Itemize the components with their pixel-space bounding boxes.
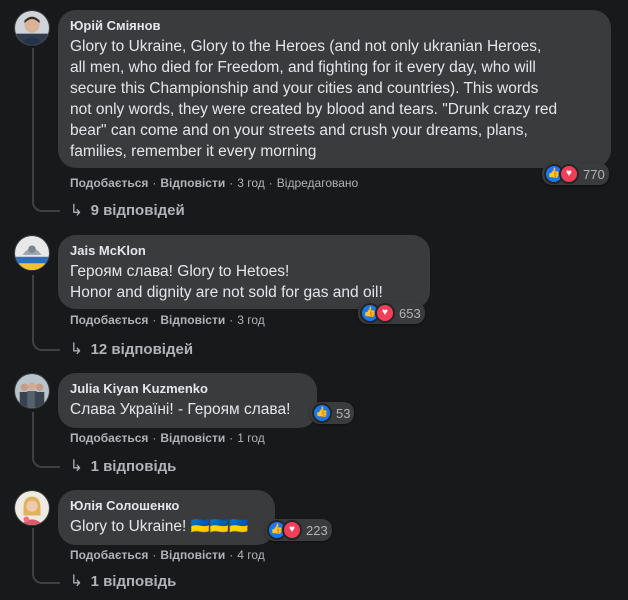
- separator-dot: ·: [152, 548, 157, 562]
- like-button[interactable]: Подобається: [70, 313, 148, 327]
- like-reaction-icon: 👍: [312, 403, 332, 423]
- view-replies-link[interactable]: ↳ 12 відповідей: [70, 340, 194, 359]
- comment-actions: Подобається · Відповісти · 3 год: [70, 313, 265, 327]
- avatar[interactable]: [14, 373, 50, 409]
- comment-author[interactable]: Юрій Сміянов: [70, 18, 599, 34]
- separator-dot: ·: [152, 431, 157, 445]
- comment-time[interactable]: 3 год: [237, 313, 265, 327]
- reaction-count: 223: [306, 522, 328, 538]
- thread-line: [32, 528, 34, 570]
- reaction-summary[interactable]: 👍 ♥ 653: [358, 302, 425, 324]
- reply-button[interactable]: Відповісти: [160, 176, 225, 190]
- like-button[interactable]: Подобається: [70, 548, 148, 562]
- thread-line: [32, 337, 60, 351]
- reaction-count: 653: [399, 305, 421, 321]
- edited-label: Відредаговано: [276, 176, 359, 190]
- reply-button[interactable]: Відповісти: [160, 431, 225, 445]
- comment-time[interactable]: 1 год: [237, 431, 265, 445]
- separator-dot: ·: [229, 548, 234, 562]
- love-reaction-icon: ♥: [282, 520, 302, 540]
- comment-text-line: Honor and dignity are not sold for gas a…: [70, 284, 383, 301]
- separator-dot: ·: [229, 431, 234, 445]
- replies-count-label: 12 відповідей: [90, 341, 194, 358]
- thread-line: [32, 275, 34, 337]
- replies-count-label: 9 відповідей: [90, 202, 185, 219]
- reply-button[interactable]: Відповісти: [160, 313, 225, 327]
- separator-dot: ·: [152, 313, 157, 327]
- view-replies-link[interactable]: ↳ 1 відповідь: [70, 457, 177, 476]
- thread-line: [32, 570, 60, 584]
- comment-text-line: secure this Championship and your cities…: [70, 80, 539, 97]
- comment-text-line: Героям слава! Glory to Hetoes!: [70, 263, 290, 280]
- comment-author[interactable]: Юлія Солошенко: [70, 498, 263, 514]
- comment-text: Glory to Ukraine, Glory to the Heroes (a…: [70, 36, 599, 162]
- reply-button[interactable]: Відповісти: [160, 548, 225, 562]
- view-replies-link[interactable]: ↳ 9 відповідей: [70, 201, 185, 220]
- comment-actions: Подобається · Відповісти · 4 год: [70, 548, 265, 562]
- view-replies-link[interactable]: ↳ 1 відповідь: [70, 572, 177, 591]
- separator-dot: ·: [268, 176, 273, 190]
- comment-time[interactable]: 3 год: [237, 176, 265, 190]
- separator-dot: ·: [152, 176, 157, 190]
- comment-text-line: Слава Україні! - Героям слава!: [70, 401, 291, 418]
- love-reaction-icon: ♥: [559, 164, 579, 184]
- thread-line: [32, 198, 60, 212]
- reaction-count: 770: [583, 166, 605, 182]
- comment-actions: Подобається · Відповісти · 1 год: [70, 431, 265, 445]
- comment-text: Glory to Ukraine! 🇺🇦🇺🇦🇺🇦: [70, 516, 263, 537]
- reply-arrow-icon: ↳: [70, 340, 83, 359]
- comment-bubble: Jais McKlon Героям слава! Glory to Hetoe…: [58, 235, 430, 309]
- comment-text-line: bear" can come and on your streets and c…: [70, 122, 528, 139]
- separator-dot: ·: [229, 176, 234, 190]
- separator-dot: ·: [229, 313, 234, 327]
- comment-text-line: families, remember it every morning: [70, 143, 317, 160]
- avatar[interactable]: [14, 10, 50, 46]
- comment-time[interactable]: 4 год: [237, 548, 265, 562]
- comment-text: Героям слава! Glory to Hetoes! Honor and…: [70, 261, 418, 303]
- love-reaction-icon: ♥: [375, 303, 395, 323]
- reaction-summary[interactable]: 👍 ♥ 770: [542, 163, 609, 185]
- comment-text-line: Glory to Ukraine, Glory to the Heroes (a…: [70, 38, 542, 55]
- reply-arrow-icon: ↳: [70, 457, 83, 476]
- reaction-count: 53: [336, 405, 351, 421]
- comment-thread: Юрій Сміянов Glory to Ukraine, Glory to …: [0, 0, 628, 600]
- replies-count-label: 1 відповідь: [90, 458, 177, 475]
- avatar[interactable]: [14, 235, 50, 271]
- comment-text-line: not only words, they were created by blo…: [70, 101, 558, 118]
- comment-bubble: Julia Kiyan Kuzmenko Слава Україні! - Ге…: [58, 373, 317, 428]
- thread-line: [32, 412, 34, 454]
- reaction-summary[interactable]: 👍 53: [310, 402, 355, 424]
- reply-arrow-icon: ↳: [70, 572, 83, 591]
- comment-author[interactable]: Julia Kiyan Kuzmenko: [70, 381, 305, 397]
- like-button[interactable]: Подобається: [70, 431, 148, 445]
- comment-actions: Подобається · Відповісти · 3 год · Відредагова…: [70, 176, 358, 190]
- comment-author[interactable]: Jais McKlon: [70, 243, 418, 259]
- avatar[interactable]: [14, 490, 50, 526]
- comment-bubble: Юрій Сміянов Glory to Ukraine, Glory to …: [58, 10, 611, 168]
- like-button[interactable]: Подобається: [70, 176, 148, 190]
- replies-count-label: 1 відповідь: [90, 573, 177, 590]
- thread-line: [32, 454, 60, 468]
- comment-text-line: Glory to Ukraine! 🇺🇦🇺🇦🇺🇦: [70, 518, 249, 535]
- thread-line: [32, 48, 34, 198]
- comment-text: Слава Україні! - Героям слава!: [70, 399, 305, 420]
- comment-text-line: all men, who died for Freedom, and fight…: [70, 59, 536, 76]
- reply-arrow-icon: ↳: [70, 201, 83, 220]
- reaction-summary[interactable]: 👍 ♥ 223: [265, 519, 332, 541]
- comment-bubble: Юлія Солошенко Glory to Ukraine! 🇺🇦🇺🇦🇺🇦: [58, 490, 275, 545]
